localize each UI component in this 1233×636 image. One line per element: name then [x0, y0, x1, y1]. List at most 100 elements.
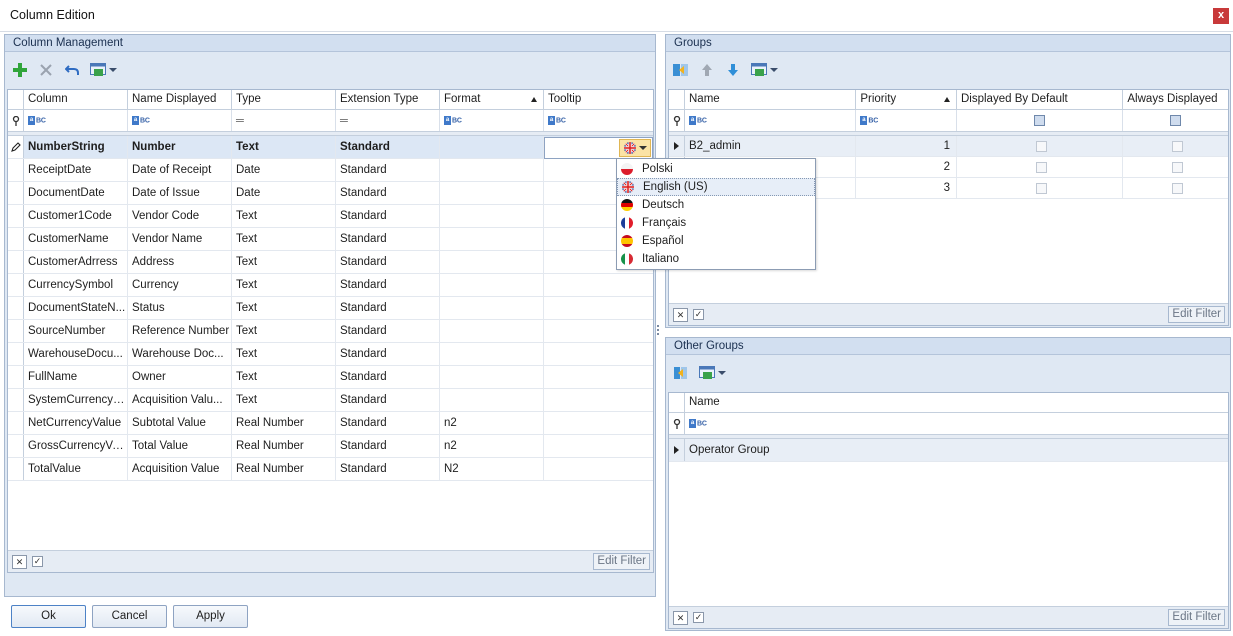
header-column[interactable]: Column [24, 90, 128, 109]
cell-type[interactable]: Text [232, 343, 336, 365]
cell-type[interactable]: Text [232, 297, 336, 319]
delete-icon[interactable] [37, 61, 55, 79]
language-selector[interactable] [544, 137, 653, 159]
move-up-icon[interactable] [698, 61, 716, 79]
cell-format[interactable] [440, 182, 544, 204]
cell-format[interactable] [440, 228, 544, 250]
cell-name[interactable]: Acquisition Value [128, 458, 232, 480]
layout-dropdown-arrow[interactable] [718, 371, 726, 375]
cell-column[interactable]: SystemCurrencyS... [24, 389, 128, 411]
layout-icon[interactable] [750, 61, 768, 79]
cell-ext[interactable]: Standard [336, 251, 440, 273]
cell-column[interactable]: NetCurrencyValue [24, 412, 128, 434]
table-row[interactable]: Customer1Code Vendor Code Text Standard [8, 205, 653, 228]
always-displayed-checkbox[interactable] [1172, 161, 1184, 173]
layout-dropdown-arrow[interactable] [770, 68, 778, 72]
cell-tooltip[interactable] [544, 343, 653, 365]
cell-tooltip[interactable] [544, 412, 653, 434]
cancel-button[interactable]: Cancel [92, 605, 167, 628]
move-group-icon[interactable] [672, 61, 690, 79]
edit-filter-button[interactable]: Edit Filter [593, 553, 650, 570]
cell-ext[interactable]: Standard [336, 159, 440, 181]
cell-type[interactable]: Date [232, 159, 336, 181]
cell-column[interactable]: SourceNumber [24, 320, 128, 342]
table-row[interactable]: DocumentStateN... Status Text Standard [8, 297, 653, 320]
cell-column[interactable]: CustomerAdrress [24, 251, 128, 273]
splitter-grip[interactable] [657, 325, 660, 339]
cell-type[interactable]: Real Number [232, 412, 336, 434]
cell-type[interactable]: Real Number [232, 435, 336, 457]
table-row[interactable]: GrossCurrencyVa... Total Value Real Number… [8, 435, 653, 458]
cell-name[interactable]: Acquisition Valu... [128, 389, 232, 411]
table-row[interactable]: TotalValue Acquisition Value Real Number St… [8, 458, 653, 481]
cell-format[interactable] [440, 320, 544, 342]
table-row[interactable]: CustomerAdrress Address Text Standard [8, 251, 653, 274]
clear-filter-icon[interactable]: ✕ [673, 611, 688, 625]
cell-tooltip[interactable] [544, 274, 653, 296]
cell-type[interactable]: Text [232, 228, 336, 250]
cell-ext[interactable]: Standard [336, 412, 440, 434]
cell-ext[interactable]: Standard [336, 366, 440, 388]
cell-ext[interactable]: Standard [336, 136, 440, 158]
table-row[interactable]: SystemCurrencyS... Acquisition Valu... Tex… [8, 389, 653, 412]
language-selector-button[interactable] [619, 139, 651, 157]
filter-extension-type[interactable]: ═ [336, 110, 440, 131]
cell-tooltip[interactable] [544, 366, 653, 388]
cell-type[interactable]: Text [232, 274, 336, 296]
header-type[interactable]: Type [232, 90, 336, 109]
group-priority[interactable]: 2 [856, 157, 958, 177]
cell-column[interactable]: DocumentStateN... [24, 297, 128, 319]
cell-tooltip[interactable] [544, 458, 653, 480]
cell-column[interactable]: CurrencySymbol [24, 274, 128, 296]
filter-always-displayed[interactable] [1123, 110, 1228, 131]
table-row[interactable]: CurrencySymbol Currency Text Standard [8, 274, 653, 297]
cell-name[interactable]: Currency [128, 274, 232, 296]
cell-type[interactable]: Text [232, 205, 336, 227]
cell-name[interactable]: Subtotal Value [128, 412, 232, 434]
cell-tooltip[interactable] [544, 435, 653, 457]
always-displayed-checkbox[interactable] [1172, 140, 1184, 152]
header-name[interactable]: Name [685, 393, 1228, 412]
language-option[interactable]: Italiano [617, 250, 815, 268]
cell-type[interactable]: Text [232, 251, 336, 273]
cell-format[interactable]: N2 [440, 458, 544, 480]
filter-enabled-checkbox[interactable]: ✓ [693, 612, 704, 623]
cell-name[interactable]: Vendor Code [128, 205, 232, 227]
filter-checkbox[interactable] [1170, 115, 1182, 126]
expand-icon[interactable] [669, 439, 685, 461]
cell-ext[interactable]: Standard [336, 320, 440, 342]
edit-filter-button[interactable]: Edit Filter [1168, 609, 1225, 626]
cell-name[interactable]: Date of Receipt [128, 159, 232, 181]
cell-format[interactable] [440, 205, 544, 227]
cell-tooltip[interactable] [544, 320, 653, 342]
cell-format[interactable] [440, 251, 544, 273]
filter-tooltip[interactable]: a BC [544, 110, 653, 131]
header-tooltip[interactable]: Tooltip [544, 90, 653, 109]
cell-type[interactable]: Text [232, 136, 336, 158]
displayed-by-default-checkbox[interactable] [1036, 140, 1048, 152]
filter-enabled-checkbox[interactable]: ✓ [693, 309, 704, 320]
close-button[interactable]: x [1213, 8, 1229, 24]
language-option[interactable]: Español [617, 232, 815, 250]
table-row[interactable]: CustomerName Vendor Name Text Standard [8, 228, 653, 251]
language-option[interactable]: Deutsch [617, 196, 815, 214]
filter-priority[interactable]: a BC [856, 110, 958, 131]
clear-filter-icon[interactable]: ✕ [12, 555, 27, 569]
cell-ext[interactable]: Standard [336, 389, 440, 411]
always-displayed-checkbox[interactable] [1172, 182, 1184, 194]
cell-type[interactable]: Text [232, 320, 336, 342]
table-row[interactable]: FullName Owner Text Standard [8, 366, 653, 389]
apply-button[interactable]: Apply [173, 605, 248, 628]
layout-dropdown-arrow[interactable] [109, 68, 117, 72]
cell-format[interactable] [440, 297, 544, 319]
cell-tooltip[interactable] [544, 297, 653, 319]
cell-name[interactable]: Status [128, 297, 232, 319]
cell-format[interactable] [440, 343, 544, 365]
cell-name[interactable]: Warehouse Doc... [128, 343, 232, 365]
cell-ext[interactable]: Standard [336, 205, 440, 227]
expand-icon[interactable] [669, 136, 685, 156]
cell-column[interactable]: WarehouseDocu... [24, 343, 128, 365]
cell-name[interactable]: Reference Number [128, 320, 232, 342]
undo-icon[interactable] [63, 61, 81, 79]
filter-name[interactable]: a BC [685, 110, 857, 131]
